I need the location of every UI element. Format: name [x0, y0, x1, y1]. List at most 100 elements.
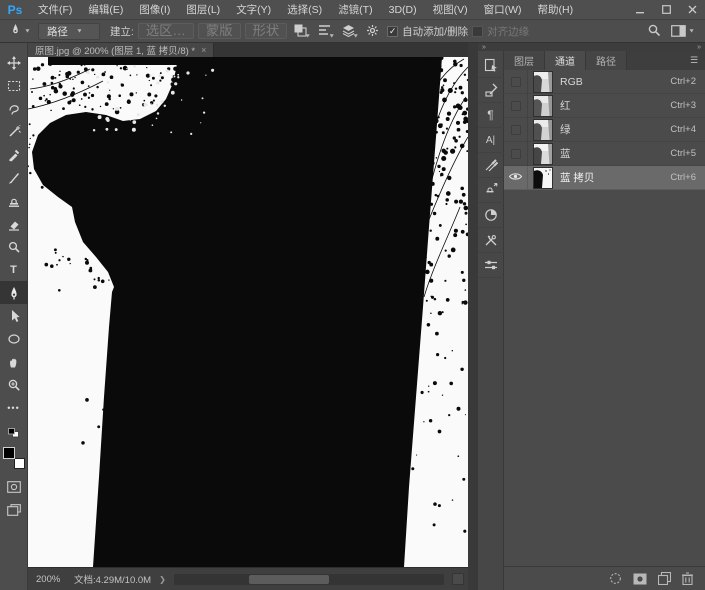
visibility-toggle[interactable] [504, 166, 528, 190]
channel-row-green[interactable]: 绿 Ctrl+4 [504, 118, 705, 142]
menu-3d[interactable]: 3D(D) [381, 0, 425, 20]
panel-bottom-bar [504, 566, 705, 590]
delete-channel-icon[interactable] [682, 572, 693, 585]
canvas[interactable] [28, 57, 468, 567]
character-icon[interactable]: A| [478, 128, 504, 153]
clone-source-icon[interactable] [478, 178, 504, 203]
path-selection-tool[interactable] [0, 304, 28, 327]
navigator-icon[interactable] [478, 203, 504, 228]
tab-layers[interactable]: 图层 [504, 51, 545, 70]
menu-edit[interactable]: 编辑(E) [80, 0, 131, 20]
screen-mode-icon[interactable] [0, 498, 28, 521]
move-tool[interactable] [0, 51, 28, 74]
make-selection-button[interactable]: 选区… [138, 23, 194, 39]
visibility-toggle[interactable] [504, 94, 528, 118]
menu-filter[interactable]: 滤镜(T) [330, 0, 380, 20]
photoshop-logo: Ps [0, 3, 30, 17]
tab-paths[interactable]: 路径 [586, 51, 627, 70]
menu-type[interactable]: 文字(Y) [228, 0, 279, 20]
paragraph-icon[interactable]: ¶ [478, 103, 504, 128]
hand-tool[interactable] [0, 350, 28, 373]
menu-select[interactable]: 选择(S) [279, 0, 330, 20]
marquee-tool[interactable] [0, 74, 28, 97]
foreground-color-swatch[interactable] [3, 447, 15, 459]
tool-mode-select[interactable]: 路径 ▼ [38, 23, 100, 40]
menu-image[interactable]: 图像(I) [131, 0, 178, 20]
scrollbar-thumb[interactable] [249, 575, 329, 584]
zoom-tool[interactable] [0, 373, 28, 396]
visibility-toggle[interactable] [504, 142, 528, 166]
dodge-tool[interactable] [0, 235, 28, 258]
options-bar: ▼ 路径 ▼ 建立: 选区… 蒙版 形状 ▼ ▼ ▼ ✓ 自动添加/删除 对齐边… [0, 20, 705, 43]
lasso-tool[interactable] [0, 97, 28, 120]
workspace-icon[interactable]: ▼ [671, 25, 695, 37]
history-icon[interactable] [478, 53, 504, 78]
default-colors-icon[interactable] [8, 425, 20, 443]
document-size: 文档:4.29M/10.0M [74, 572, 151, 586]
menu-file[interactable]: 文件(F) [30, 0, 80, 20]
background-color-swatch[interactable] [14, 458, 25, 469]
collapse-panels-icon[interactable]: » [697, 44, 701, 51]
clone-stamp-tool[interactable] [0, 189, 28, 212]
minimize-icon[interactable] [627, 0, 653, 20]
brushes-icon[interactable] [478, 153, 504, 178]
search-icon[interactable] [647, 23, 661, 40]
channel-row-blue-copy[interactable]: 蓝 拷贝 Ctrl+6 [504, 166, 705, 190]
color-swatches[interactable] [3, 447, 25, 469]
styles-icon[interactable] [478, 78, 504, 103]
channel-shortcut: Ctrl+4 [670, 124, 696, 135]
tool-preset-picker[interactable]: ▼ [6, 23, 34, 39]
magic-wand-tool[interactable] [0, 120, 28, 143]
make-shape-button[interactable]: 形状 [245, 23, 288, 39]
close-icon[interactable]: × [201, 45, 206, 55]
make-mask-button[interactable]: 蒙版 [198, 23, 241, 39]
visibility-toggle[interactable] [504, 118, 528, 142]
document-tab-bar: 原图.jpg @ 200% (图层 1, 蓝 拷贝/8) * × [28, 43, 468, 57]
menu-layer[interactable]: 图层(L) [178, 0, 228, 20]
eraser-tool[interactable] [0, 212, 28, 235]
path-arrangement-icon[interactable]: ▼ [339, 22, 359, 40]
align-edges-checkbox[interactable] [472, 26, 483, 37]
tool-presets-icon[interactable] [478, 228, 504, 253]
type-tool[interactable]: T [0, 258, 28, 281]
load-selection-icon[interactable] [609, 572, 622, 585]
channel-row-red[interactable]: 红 Ctrl+3 [504, 94, 705, 118]
visibility-toggle[interactable] [504, 70, 528, 94]
menu-help[interactable]: 帮助(H) [530, 0, 582, 20]
tab-channels[interactable]: 通道 [545, 51, 586, 70]
auto-add-delete-checkbox[interactable]: ✓ [387, 26, 398, 37]
channel-thumbnail [534, 120, 552, 140]
make-label: 建立: [110, 24, 134, 39]
edit-toolbar[interactable]: ••• [0, 396, 28, 419]
horizontal-scrollbar[interactable] [174, 574, 444, 585]
status-popup-icon[interactable]: ❯ [159, 575, 166, 584]
menu-view[interactable]: 视图(V) [425, 0, 476, 20]
close-icon[interactable] [679, 0, 705, 20]
pen-tool[interactable] [0, 281, 28, 304]
menu-window[interactable]: 窗口(W) [476, 0, 530, 20]
channel-thumbnail [534, 168, 552, 188]
panel-menu-icon[interactable]: ☰ [683, 51, 705, 70]
channel-name: 蓝 [560, 146, 571, 161]
new-channel-icon[interactable] [658, 572, 671, 585]
maximize-icon[interactable] [653, 0, 679, 20]
align-edges-label: 对齐边缘 [487, 24, 529, 39]
path-operations-icon[interactable]: ▼ [291, 22, 311, 40]
collapsed-panels-strip: ¶ A| [478, 51, 504, 590]
channel-shortcut: Ctrl+3 [670, 100, 696, 111]
ellipse-tool[interactable] [0, 327, 28, 350]
quick-mask-icon[interactable] [0, 475, 28, 498]
brush-tool[interactable] [0, 166, 28, 189]
zoom-level[interactable]: 200% [36, 574, 66, 585]
channel-name: RGB [560, 76, 583, 88]
collapse-panels-icon[interactable]: » [482, 44, 486, 51]
gear-icon[interactable] [363, 22, 383, 40]
save-selection-as-channel-icon[interactable] [633, 573, 647, 585]
channel-row-blue[interactable]: 蓝 Ctrl+5 [504, 142, 705, 166]
adjustments-icon[interactable] [478, 253, 504, 278]
auto-add-delete-label: 自动添加/删除 [402, 24, 468, 39]
document-tab[interactable]: 原图.jpg @ 200% (图层 1, 蓝 拷贝/8) * × [28, 43, 214, 57]
path-alignment-icon[interactable]: ▼ [315, 22, 335, 40]
eyedropper-tool[interactable] [0, 143, 28, 166]
channel-row-rgb[interactable]: RGB Ctrl+2 [504, 70, 705, 94]
